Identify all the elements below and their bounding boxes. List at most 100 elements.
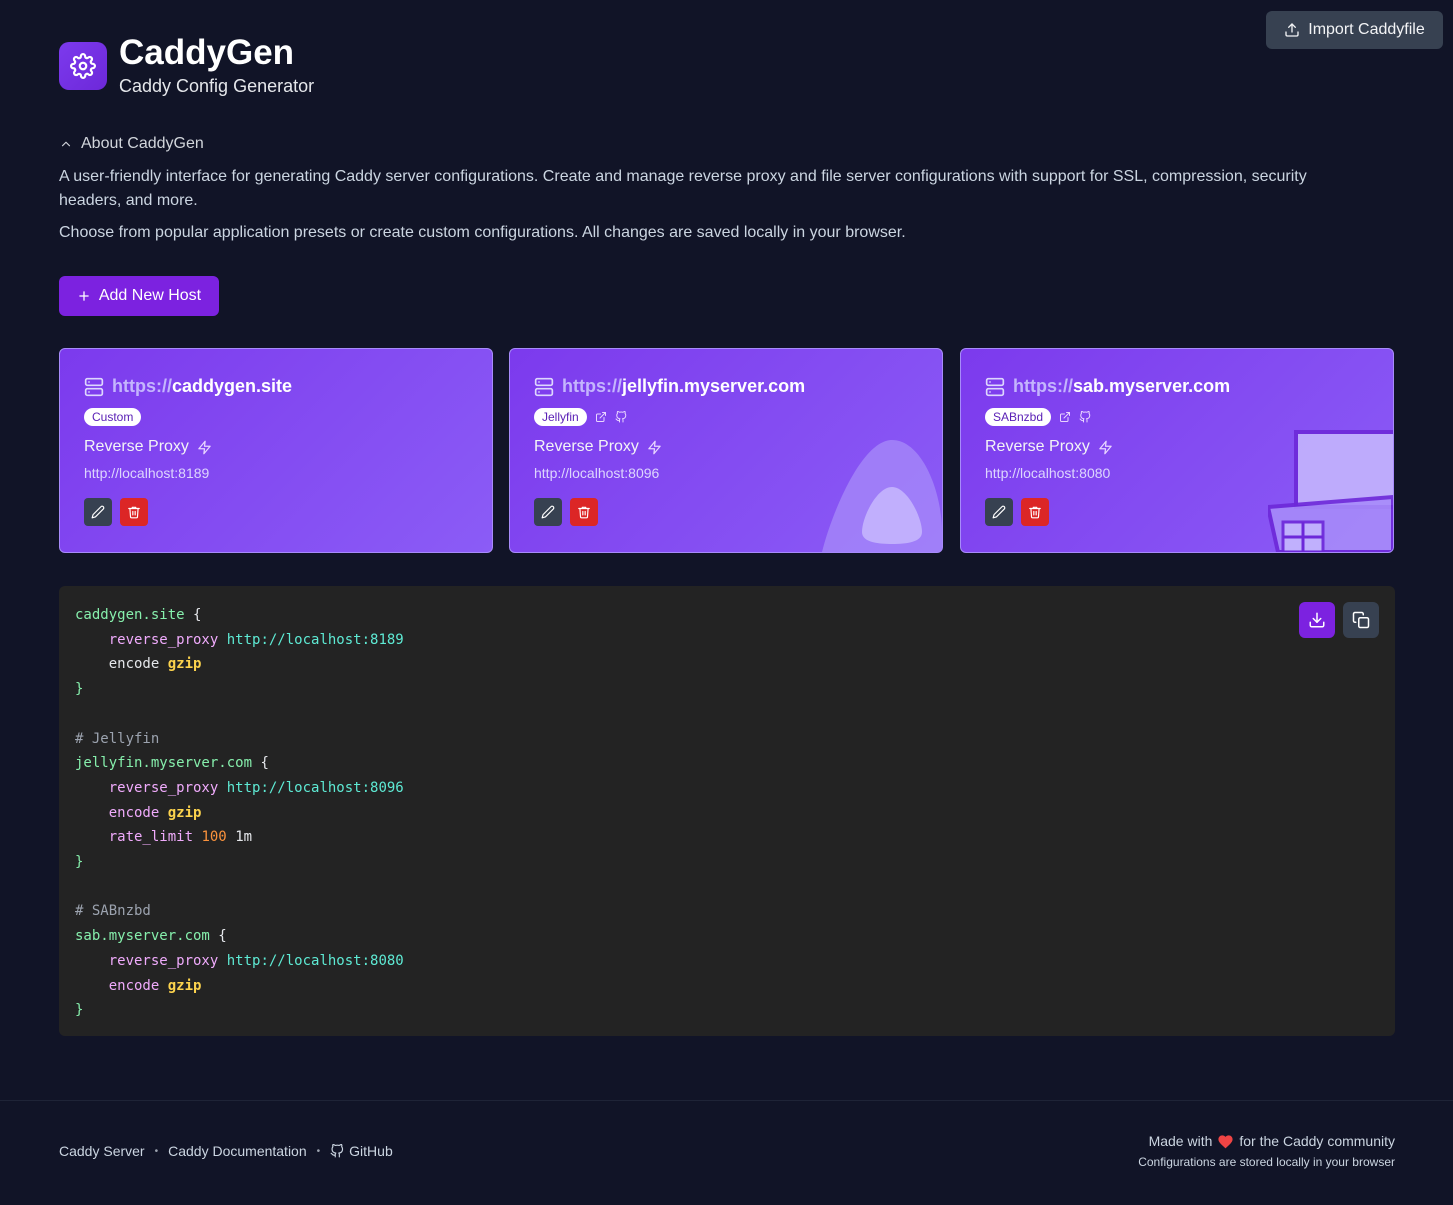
zap-icon bbox=[648, 440, 661, 454]
code-brace: { bbox=[218, 928, 227, 945]
code-url: http://localhost:8189 bbox=[226, 631, 404, 648]
footer-links: Caddy Server • Caddy Documentation • Git… bbox=[59, 1143, 393, 1159]
pencil-icon bbox=[541, 505, 555, 519]
edit-host-button[interactable] bbox=[985, 498, 1013, 526]
code-line: jellyfin.myserver.com { bbox=[75, 751, 404, 776]
host-card: https://jellyfin.myserver.com Jellyfin R… bbox=[509, 348, 943, 553]
host-upstream: http://localhost:8080 bbox=[985, 465, 1111, 481]
host-card: https://sab.myserver.com SABnzbd Reverse… bbox=[960, 348, 1394, 553]
host-scheme: https:// bbox=[562, 376, 622, 396]
code-line: rate_limit 100 1m bbox=[75, 825, 404, 850]
pencil-icon bbox=[91, 505, 105, 519]
preset-badge: Jellyfin bbox=[534, 408, 587, 426]
code-directive: encode bbox=[108, 804, 160, 821]
code-domain: caddygen.site bbox=[75, 607, 185, 623]
preset-badge: Custom bbox=[84, 408, 142, 426]
github-link[interactable]: GitHub bbox=[330, 1143, 393, 1159]
host-domain: sab.myserver.com bbox=[1073, 376, 1231, 396]
code-url: http://localhost:8080 bbox=[226, 952, 404, 969]
host-type: Reverse Proxy bbox=[534, 438, 639, 455]
trash-icon bbox=[128, 506, 140, 519]
code-comment: # Jellyfin bbox=[75, 730, 160, 747]
caddyfile-preview[interactable]: caddygen.site { reverse_proxy http://loc… bbox=[59, 586, 1395, 1036]
github-link-label: GitHub bbox=[349, 1143, 393, 1159]
code-value: 1m bbox=[235, 829, 253, 846]
code-directive: reverse_proxy bbox=[108, 952, 219, 969]
code-value: gzip bbox=[167, 656, 202, 673]
code-line: } bbox=[75, 998, 404, 1023]
copy-button[interactable] bbox=[1343, 602, 1379, 638]
code-number: 100 bbox=[201, 829, 227, 846]
app-header: CaddyGen Caddy Config Generator bbox=[59, 34, 314, 97]
edit-host-button[interactable] bbox=[84, 498, 112, 526]
github-icon[interactable] bbox=[615, 411, 627, 423]
delete-host-button[interactable] bbox=[570, 498, 598, 526]
code-line: # Jellyfin bbox=[75, 727, 404, 752]
add-new-host-button[interactable]: Add New Host bbox=[59, 276, 219, 316]
caddy-docs-link[interactable]: Caddy Documentation bbox=[168, 1143, 307, 1159]
host-title: https://caddygen.site bbox=[84, 376, 472, 397]
trash-icon bbox=[1029, 506, 1041, 519]
code-line: sab.myserver.com { bbox=[75, 924, 404, 949]
zap-icon bbox=[1099, 440, 1112, 454]
host-domain: caddygen.site bbox=[172, 376, 293, 396]
external-link-icon[interactable] bbox=[595, 411, 607, 423]
download-button[interactable] bbox=[1299, 602, 1335, 638]
code-domain: jellyfin.myserver.com bbox=[75, 755, 253, 772]
code-directive: reverse_proxy bbox=[108, 779, 219, 796]
code-line: reverse_proxy http://localhost:8189 bbox=[75, 628, 404, 653]
code-domain: sab.myserver.com bbox=[75, 928, 210, 945]
host-scheme: https:// bbox=[112, 376, 172, 396]
server-icon bbox=[84, 377, 104, 396]
external-link-icon[interactable] bbox=[1059, 411, 1071, 423]
code-directive: encode bbox=[108, 656, 160, 673]
trash-icon bbox=[578, 506, 590, 519]
host-type: Reverse Proxy bbox=[985, 438, 1090, 455]
code-content: caddygen.site { reverse_proxy http://loc… bbox=[75, 603, 404, 1023]
code-line: reverse_proxy http://localhost:8080 bbox=[75, 949, 404, 974]
code-brace: { bbox=[260, 755, 269, 772]
delete-host-button[interactable] bbox=[120, 498, 148, 526]
delete-host-button[interactable] bbox=[1021, 498, 1049, 526]
separator-dot: • bbox=[154, 1145, 159, 1157]
add-new-host-label: Add New Host bbox=[98, 287, 202, 304]
host-title: https://jellyfin.myserver.com bbox=[534, 376, 922, 397]
github-icon[interactable] bbox=[1079, 411, 1091, 423]
code-line: } bbox=[75, 850, 404, 875]
about-paragraph-1: A user-friendly interface for generating… bbox=[59, 168, 1307, 209]
gear-icon bbox=[70, 52, 96, 79]
code-brace: } bbox=[75, 681, 84, 698]
code-comment: # SABnzbd bbox=[75, 903, 151, 920]
caddy-server-link[interactable]: Caddy Server bbox=[59, 1143, 145, 1159]
code-value: gzip bbox=[167, 977, 202, 994]
made-with-line: Made with for the Caddy community bbox=[1138, 1133, 1395, 1149]
page-title: CaddyGen bbox=[119, 33, 295, 72]
page-subtitle: Caddy Config Generator bbox=[119, 76, 315, 96]
host-upstream: http://localhost:8096 bbox=[534, 465, 660, 481]
separator-dot: • bbox=[316, 1145, 321, 1157]
code-directive: encode bbox=[108, 977, 160, 994]
about-toggle-label: About CaddyGen bbox=[81, 135, 204, 152]
code-directive: reverse_proxy bbox=[108, 631, 219, 648]
code-line: # SABnzbd bbox=[75, 899, 404, 924]
host-type: Reverse Proxy bbox=[84, 438, 189, 455]
import-caddyfile-button[interactable]: Import Caddyfile bbox=[1266, 11, 1443, 49]
footer-divider bbox=[0, 1100, 1453, 1101]
edit-host-button[interactable] bbox=[534, 498, 562, 526]
host-domain: jellyfin.myserver.com bbox=[622, 376, 806, 396]
preset-badge: SABnzbd bbox=[985, 408, 1052, 426]
code-line: encode gzip bbox=[75, 652, 404, 677]
github-icon bbox=[330, 1144, 344, 1158]
code-value: gzip bbox=[167, 804, 202, 821]
code-line: encode gzip bbox=[75, 974, 404, 999]
host-scheme: https:// bbox=[1013, 376, 1073, 396]
about-toggle[interactable]: About CaddyGen bbox=[59, 135, 204, 153]
upload-icon bbox=[1285, 23, 1299, 37]
code-line: reverse_proxy http://localhost:8096 bbox=[75, 776, 404, 801]
copy-icon bbox=[1352, 611, 1370, 629]
plus-icon bbox=[79, 291, 89, 301]
import-caddyfile-label: Import Caddyfile bbox=[1308, 21, 1425, 38]
heart-icon bbox=[1218, 1135, 1233, 1149]
